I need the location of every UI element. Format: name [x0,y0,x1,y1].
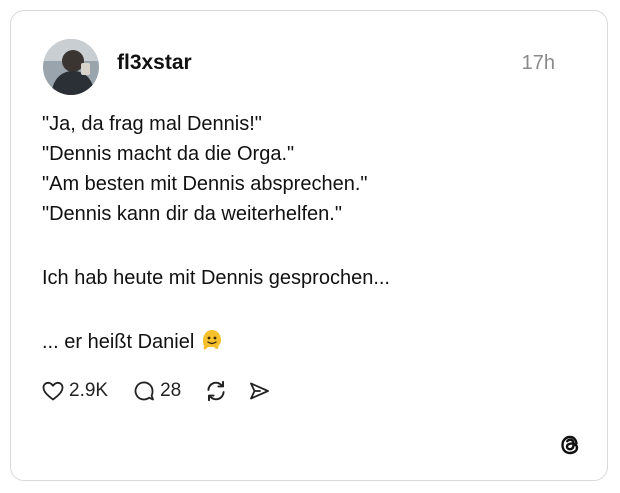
melting-face-emoji-icon [200,328,224,361]
like-button[interactable]: 2.9K [41,379,108,403]
username[interactable]: fl3xstar [117,51,192,75]
like-count: 2.9K [69,380,109,401]
reply-count: 28 [160,380,182,401]
avatar[interactable] [43,39,99,95]
threads-logo-icon[interactable] [557,432,583,458]
post-line: "Am besten mit Dennis absprechen." [42,173,368,195]
post-text: "Ja, da frag mal Dennis!" "Dennis macht … [42,109,582,357]
post-line: "Dennis kann dir da weiterhelfen." [42,203,342,225]
repost-button[interactable] [203,378,229,404]
repost-icon [207,380,225,402]
share-button[interactable] [247,379,271,403]
post-line-last: ... er heißt Daniel [42,327,582,357]
reply-button[interactable]: 28 [132,379,181,403]
post-card: fl3xstar 17h "Ja, da frag mal Dennis!" "… [10,10,608,481]
post-line-text: ... er heißt Daniel [42,331,195,353]
heart-icon [42,381,64,401]
post-line: "Dennis macht da die Orga." [42,143,295,165]
post-line: "Ja, da frag mal Dennis!" [42,113,262,135]
send-icon [250,382,270,400]
avatar-image [43,39,99,95]
timestamp: 17h [521,52,555,74]
comment-bubble-icon [134,381,154,401]
post-line: Ich hab heute mit Dennis gesprochen... [42,267,390,289]
action-bar: 2.9K 28 [41,377,287,405]
